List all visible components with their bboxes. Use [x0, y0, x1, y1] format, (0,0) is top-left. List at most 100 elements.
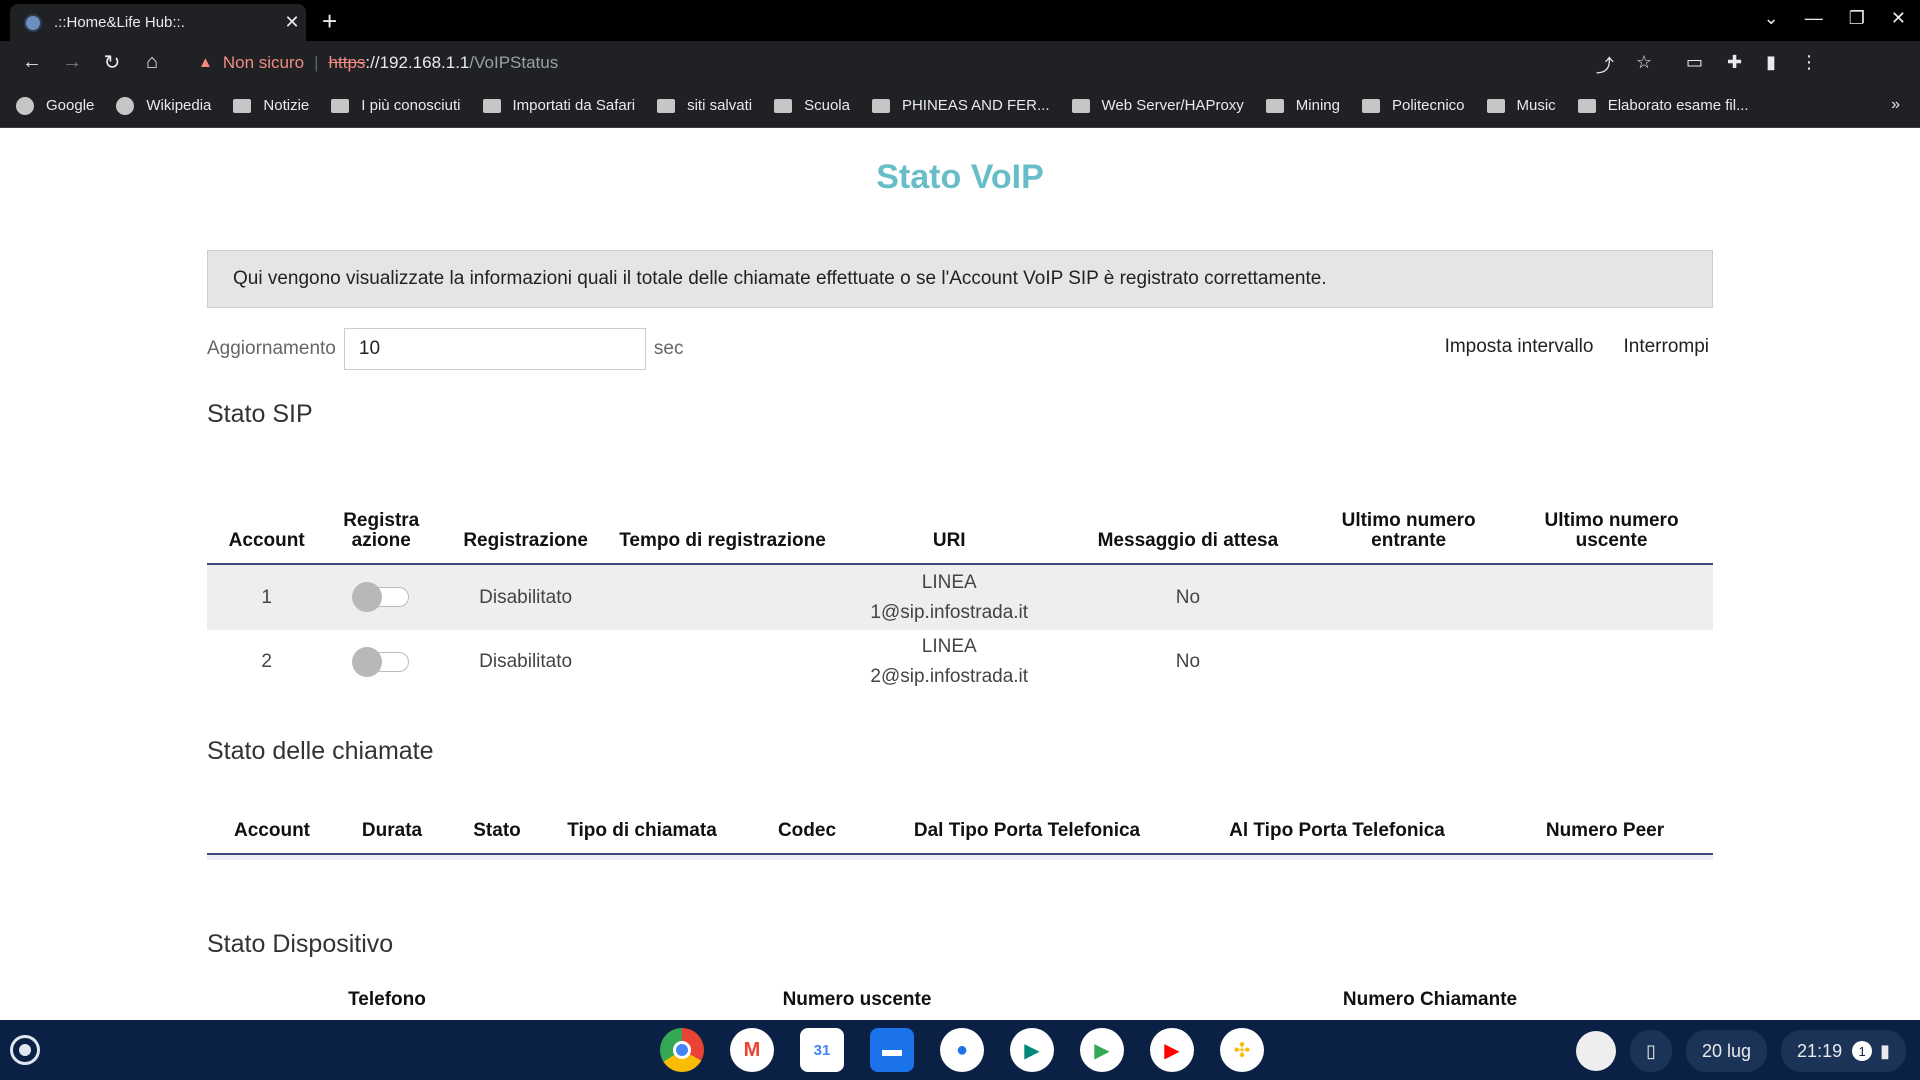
launcher-icon[interactable] [10, 1035, 40, 1065]
address-bar[interactable]: ▲ Non sicuro | https ://192.168.1.1 /VoI… [186, 45, 1664, 80]
bookmarks-overflow-icon[interactable]: » [1891, 96, 1900, 114]
refresh-controls: Aggiornamento sec [207, 328, 683, 370]
site-favicon-icon [24, 13, 42, 32]
cell-time [615, 630, 830, 694]
browser-tab[interactable]: .::Home&Life Hub::. ✕ [10, 4, 306, 41]
refresh-unit: sec [653, 338, 684, 359]
col-last-incoming: Ultimo numero entrante [1341, 510, 1476, 551]
set-interval-button[interactable]: Imposta intervallo [1441, 336, 1604, 364]
bookmark-folder[interactable]: Notizie [233, 97, 309, 114]
bookmark-folder[interactable]: Scuola [774, 97, 850, 114]
sip-section-heading: Stato SIP [207, 400, 313, 428]
home-icon[interactable]: ⌂ [132, 51, 172, 74]
device-section-heading: Stato Dispositivo [207, 930, 394, 958]
sip-table: Account Registra azione Registrazione Te… [207, 458, 1713, 694]
globe-icon [116, 96, 135, 115]
bookmark-folder[interactable]: Music [1486, 97, 1556, 114]
gmail-icon[interactable]: M [730, 1028, 774, 1072]
keyboard-icon[interactable] [1576, 1031, 1617, 1071]
close-tab-icon[interactable]: ✕ [278, 12, 306, 33]
cell-mwi: No [1175, 651, 1201, 672]
menu-kebab-icon[interactable]: ⋮ [1800, 52, 1818, 73]
cell-registration: Disabilitato [479, 651, 573, 672]
address-separator: | [314, 52, 319, 72]
col-account: Account [234, 820, 310, 841]
chrome-icon[interactable] [660, 1028, 704, 1072]
close-window-icon[interactable]: ✕ [1891, 8, 1906, 29]
bookmark-wikipedia[interactable]: Wikipedia [116, 96, 211, 115]
cell-toggle [326, 630, 436, 694]
reload-icon[interactable]: ↻ [92, 50, 132, 75]
minimize-icon[interactable]: — [1805, 8, 1823, 29]
bookmark-folder[interactable]: Politecnico [1361, 97, 1465, 114]
files-icon[interactable]: ▬ [870, 1028, 914, 1072]
bookmark-google[interactable]: Google [16, 96, 94, 115]
col-from-port: Dal Tipo Porta Telefonica [913, 820, 1141, 841]
register-toggle[interactable] [352, 646, 410, 677]
back-icon[interactable]: ← [12, 51, 52, 74]
tab-title: .::Home&Life Hub::. [54, 14, 185, 31]
date-pill[interactable]: 20 lug [1686, 1030, 1768, 1072]
page-title: Stato VoIP [876, 158, 1044, 196]
stop-button[interactable]: Interrompi [1619, 336, 1719, 364]
folder-icon [774, 98, 793, 113]
cell-uri: LINEA 1@sip.infostrada.it [830, 564, 1069, 630]
new-tab-button[interactable]: + [322, 6, 337, 37]
calendar-icon[interactable]: 31 [800, 1028, 844, 1072]
meet-icon[interactable]: ▶ [1010, 1028, 1054, 1072]
col-register-action: Registra azione [343, 510, 420, 551]
device-table: Telefono Numero uscente Numero Chiamante [207, 990, 1713, 1020]
youtube-icon[interactable]: ▶ [1150, 1028, 1194, 1072]
phone-hub-icon[interactable]: ▯ [1630, 1030, 1672, 1072]
col-last-outgoing: Ultimo numero uscente [1544, 510, 1679, 551]
calls-section-heading: Stato delle chiamate [207, 737, 434, 765]
cell-uri: LINEA 2@sip.infostrada.it [830, 630, 1069, 694]
folder-icon [233, 98, 252, 113]
bookmark-folder[interactable]: Elaborato esame fil... [1577, 97, 1749, 114]
folder-icon [482, 98, 501, 113]
status-area[interactable]: 21:19 1 ▮ [1781, 1030, 1906, 1072]
bookmark-folder[interactable]: PHINEAS AND FER... [871, 97, 1050, 114]
bookmark-folder[interactable]: Mining [1265, 97, 1340, 114]
notification-badge: 1 [1852, 1041, 1873, 1061]
folder-icon [1071, 98, 1090, 113]
uri-line1: LINEA [921, 636, 977, 657]
restore-icon[interactable]: ❐ [1849, 8, 1865, 29]
bookmark-label: Importati da Safari [512, 97, 636, 114]
col-call-type: Tipo di chiamata [567, 820, 717, 841]
bookmark-folder[interactable]: Importati da Safari [482, 97, 636, 114]
warning-icon[interactable]: ▲ [198, 54, 213, 71]
battery-icon: ▮ [1880, 1040, 1890, 1061]
cell-last-out [1510, 564, 1713, 630]
photos-icon[interactable]: ✣ [1220, 1028, 1264, 1072]
bookmark-folder[interactable]: Web Server/HAProxy [1071, 97, 1244, 114]
refresh-interval-input[interactable] [343, 328, 646, 370]
bookmark-star-icon[interactable]: ☆ [1636, 52, 1652, 78]
security-label[interactable]: Non sicuro [223, 53, 304, 73]
side-panel-icon[interactable]: ▮ [1766, 52, 1776, 73]
refresh-actions: Imposta intervallo Interrompi [1441, 336, 1719, 364]
empty-row [207, 854, 1713, 860]
col-calling-number: Numero Chiamante [1342, 989, 1518, 1010]
register-toggle[interactable] [352, 582, 410, 613]
puzzle-extensions-icon[interactable]: ✚ [1727, 52, 1742, 73]
folder-icon [1265, 98, 1284, 113]
col-outgoing-number: Numero uscente [782, 989, 932, 1010]
messages-icon[interactable]: ● [940, 1028, 984, 1072]
table-row: 1 Disabilitato LINEA 1@sip.infostrada.it … [207, 564, 1713, 630]
bookmark-label: PHINEAS AND FER... [901, 97, 1050, 114]
forward-icon[interactable]: → [52, 51, 92, 74]
bookmark-label: Politecnico [1391, 97, 1465, 114]
window-controls: ⌄ — ❐ ✕ [1764, 8, 1906, 29]
bookmark-folder[interactable]: I più conosciuti [331, 97, 461, 114]
play-store-icon[interactable]: ▶ [1080, 1028, 1124, 1072]
url-host: ://192.168.1.1 [365, 52, 470, 72]
bookmark-label: I più conosciuti [361, 97, 461, 114]
calls-table: Account Durata Stato Tipo di chiamata Co… [207, 796, 1713, 860]
tab-search-icon[interactable]: ⌄ [1764, 8, 1779, 29]
share-icon[interactable]: ⤴ [1596, 52, 1614, 78]
bookmark-folder[interactable]: siti salvati [657, 97, 752, 114]
extension-icon[interactable]: ▭ [1686, 52, 1703, 73]
info-banner: Qui vengono visualizzate la informazioni… [207, 250, 1713, 308]
col-phone: Telefono [348, 989, 426, 1010]
